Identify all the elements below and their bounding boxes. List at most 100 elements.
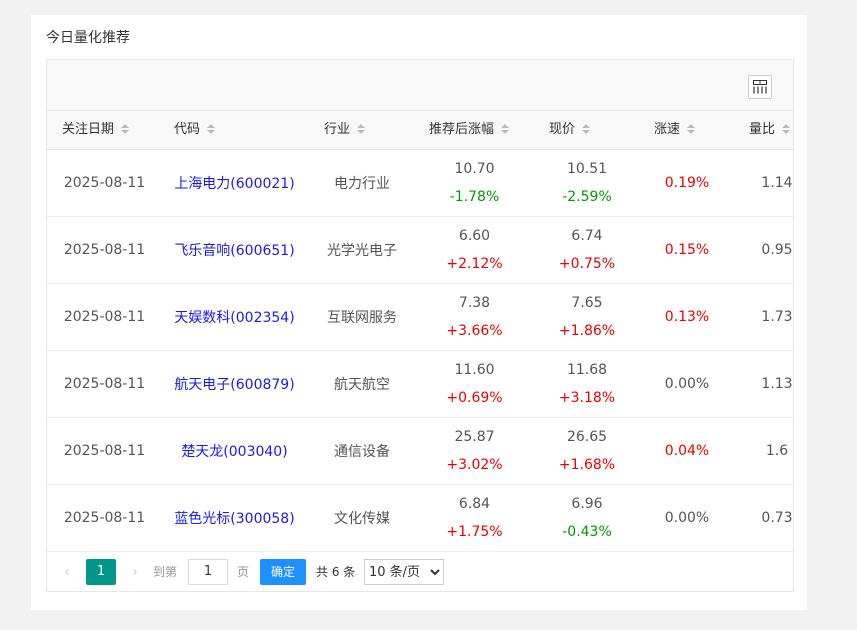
industry-cell: 互联网服务: [307, 284, 417, 350]
date-cell: 2025-08-11: [47, 485, 162, 551]
sort-icon[interactable]: [581, 123, 591, 135]
change-value: +1.68%: [558, 457, 616, 473]
table-body: 2025-08-11 上海电力(600021) 电力行业 10.70 -1.78% 10.…: [47, 150, 793, 552]
prev-page-button[interactable]: ‹: [57, 559, 77, 585]
speed-value: 0.15%: [664, 242, 710, 258]
speed-cell: 0.04%: [642, 418, 732, 484]
date-cell: 2025-08-11: [47, 418, 162, 484]
table-row: 2025-08-11 蓝色光标(300058) 文化传媒 6.84 +1.75% 6.96…: [47, 485, 793, 552]
price-value: 7.38: [458, 295, 491, 311]
code-cell: 航天电子(600879): [162, 351, 307, 417]
speed-value: 0.00%: [664, 510, 710, 526]
stock-link[interactable]: 蓝色光标(300058): [174, 508, 294, 528]
table-row: 2025-08-11 飞乐音响(600651) 光学光电子 6.60 +2.12% 6.7…: [47, 217, 793, 284]
header-rec-change[interactable]: 推荐后涨幅: [429, 111, 510, 149]
speed-cell: 0.15%: [642, 217, 732, 283]
industry-value: 航天航空: [334, 377, 390, 393]
columns-filter-button[interactable]: [748, 75, 772, 99]
header-price[interactable]: 现价: [549, 111, 591, 149]
data-table: 关注日期 代码 行业 推荐后涨幅 现价 涨速 量比 2025-08-11 上海电力…: [46, 59, 794, 592]
industry-cell: 文化传媒: [307, 485, 417, 551]
rec-price-cell: 6.84 +1.75%: [417, 485, 532, 551]
speed-cell: 0.00%: [642, 485, 732, 551]
change-value: -2.59%: [562, 189, 612, 205]
speed-value: 0.19%: [664, 175, 710, 191]
price-value: 6.84: [458, 496, 491, 512]
volratio-cell: 0.95: [732, 217, 793, 283]
cur-price-cell: 6.96 -0.43%: [532, 485, 642, 551]
cur-price-cell: 11.68 +3.18%: [532, 351, 642, 417]
price-value: 25.87: [454, 429, 495, 445]
date-cell: 2025-08-11: [47, 284, 162, 350]
stock-link[interactable]: 上海电力(600021): [174, 173, 294, 193]
header-code[interactable]: 代码: [174, 111, 216, 149]
change-value: +2.12%: [446, 256, 503, 272]
speed-value: 0.13%: [664, 309, 710, 325]
change-value: -1.78%: [449, 189, 500, 205]
industry-value: 通信设备: [334, 444, 390, 460]
header-volratio[interactable]: 量比: [749, 111, 791, 149]
volratio-value: 1.13: [761, 376, 793, 392]
confirm-button[interactable]: 确定: [260, 559, 306, 585]
volratio-value: 0.73: [761, 510, 793, 526]
speed-cell: 0.00%: [642, 351, 732, 417]
speed-cell: 0.19%: [642, 150, 732, 216]
volratio-cell: 1.14: [732, 150, 793, 216]
code-cell: 蓝色光标(300058): [162, 485, 307, 551]
industry-value: 光学光电子: [327, 243, 397, 259]
rec-price-cell: 7.38 +3.66%: [417, 284, 532, 350]
change-value: +1.75%: [446, 524, 503, 540]
change-value: +1.86%: [558, 323, 616, 339]
rec-price-cell: 6.60 +2.12%: [417, 217, 532, 283]
price-value: 10.51: [566, 161, 608, 177]
stock-link[interactable]: 飞乐音响(600651): [174, 240, 294, 260]
stock-link[interactable]: 天娱数科(002354): [174, 307, 294, 327]
sort-icon[interactable]: [120, 123, 130, 135]
volratio-value: 0.95: [761, 242, 793, 258]
stock-link[interactable]: 航天电子(600879): [174, 374, 294, 394]
price-value: 6.96: [571, 496, 603, 512]
date-value: 2025-08-11: [63, 309, 146, 325]
change-value: +3.02%: [446, 457, 503, 473]
table-row: 2025-08-11 天娱数科(002354) 互联网服务 7.38 +3.66% 7.6…: [47, 284, 793, 351]
header-date[interactable]: 关注日期: [62, 111, 130, 149]
code-cell: 飞乐音响(600651): [162, 217, 307, 283]
rec-price-cell: 11.60 +0.69%: [417, 351, 532, 417]
date-cell: 2025-08-11: [47, 217, 162, 283]
total-count: 共 6 条: [316, 565, 356, 579]
change-value: +0.75%: [558, 256, 616, 272]
header-industry[interactable]: 行业: [324, 111, 366, 149]
code-cell: 天娱数科(002354): [162, 284, 307, 350]
industry-value: 互联网服务: [327, 310, 397, 326]
rec-price-cell: 25.87 +3.02%: [417, 418, 532, 484]
sort-icon[interactable]: [781, 123, 791, 135]
table-row: 2025-08-11 上海电力(600021) 电力行业 10.70 -1.78% 10.…: [47, 150, 793, 217]
change-value: +3.18%: [558, 390, 616, 406]
sort-icon[interactable]: [686, 123, 696, 135]
change-value: +0.69%: [446, 390, 503, 406]
page-jump-input[interactable]: [188, 559, 228, 585]
volratio-cell: 1.13: [732, 351, 793, 417]
change-value: -0.43%: [562, 524, 612, 540]
volratio-cell: 0.73: [732, 485, 793, 551]
price-value: 7.65: [571, 295, 603, 311]
cur-price-cell: 7.65 +1.86%: [532, 284, 642, 350]
date-cell: 2025-08-11: [47, 351, 162, 417]
next-page-button[interactable]: ›: [125, 559, 145, 585]
sort-icon[interactable]: [500, 123, 510, 135]
table-row: 2025-08-11 楚天龙(003040) 通信设备 25.87 +3.02% 26.6…: [47, 418, 793, 485]
volratio-value: 1.6: [765, 443, 789, 459]
page-1-button[interactable]: 1: [86, 559, 116, 585]
speed-value: 0.00%: [664, 376, 710, 392]
header-speed[interactable]: 涨速: [654, 111, 696, 149]
volratio-value: 1.14: [761, 175, 793, 191]
industry-cell: 通信设备: [307, 418, 417, 484]
sort-icon[interactable]: [206, 123, 216, 135]
page-size-select[interactable]: 10 条/页: [364, 559, 444, 585]
sort-icon[interactable]: [356, 123, 366, 135]
stock-link[interactable]: 楚天龙(003040): [181, 441, 287, 461]
date-value: 2025-08-11: [63, 376, 146, 392]
price-value: 6.74: [571, 228, 603, 244]
price-value: 10.70: [454, 161, 495, 177]
change-value: +3.66%: [446, 323, 503, 339]
